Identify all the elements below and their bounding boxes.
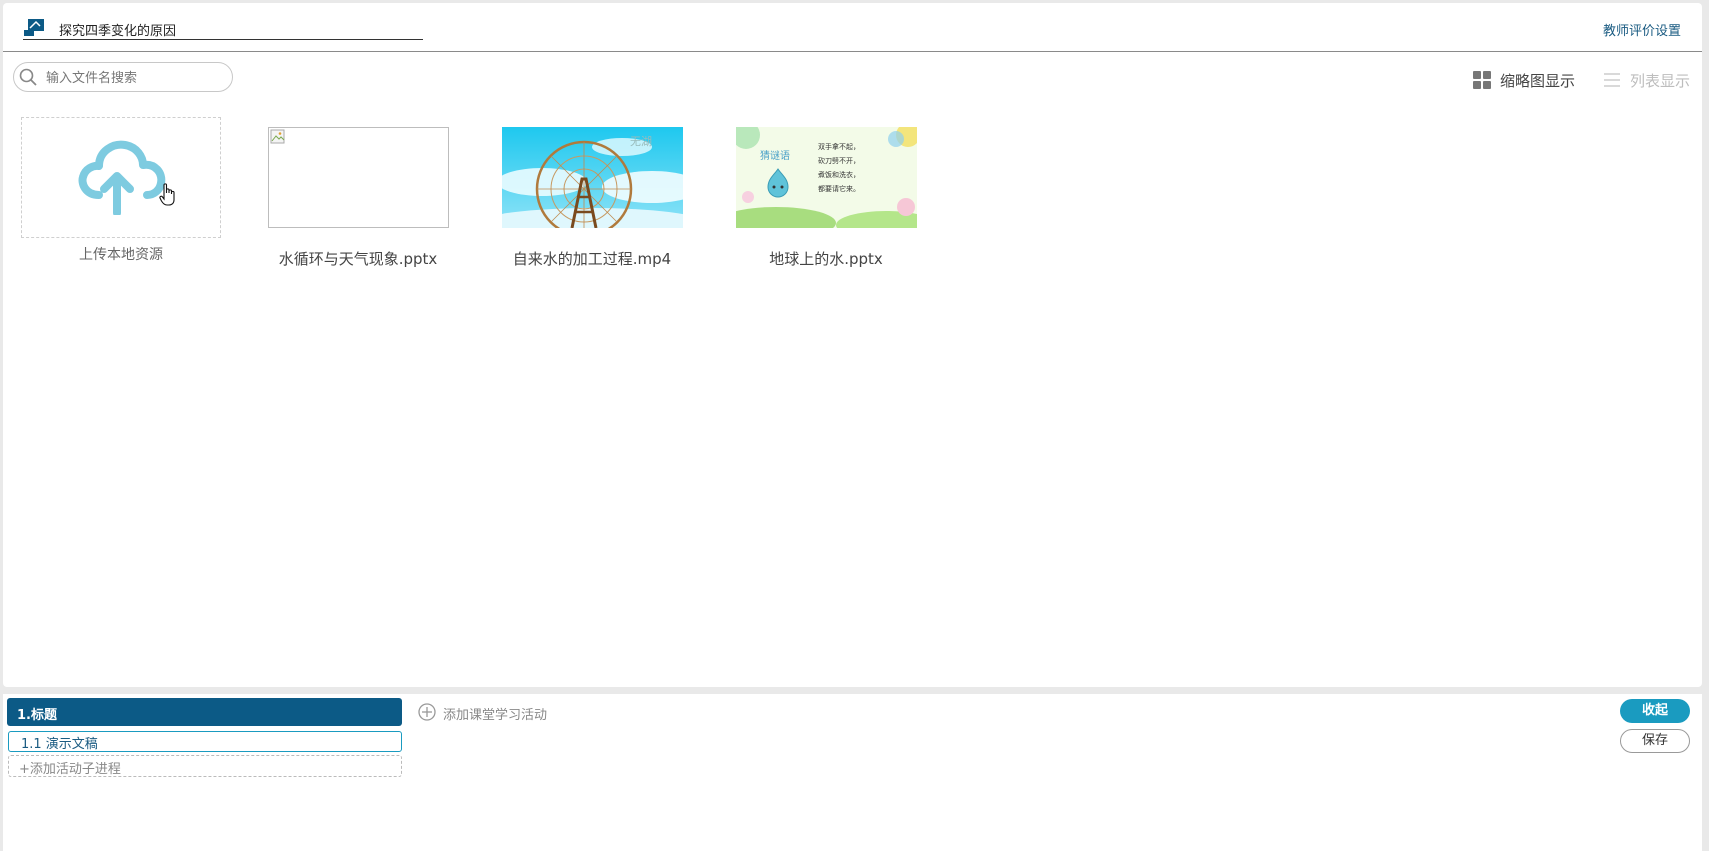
file-name[interactable]: 水循环与天气现象.pptx <box>253 248 463 269</box>
add-sub-process-button[interactable]: +添加活动子进程 <box>8 755 402 777</box>
lesson-title[interactable]: 探究四季变化的原因 <box>59 20 176 39</box>
riddle-slide-thumbnail-image: 猜谜语 双手拿不起， 砍刀劈不开， 煮饭和洗衣， 都要请它来。 <box>736 127 917 228</box>
list-icon <box>1604 73 1620 87</box>
activity-panel: 1.标题 添加课堂学习活动 1.1 演示文稿 +添加活动子进程 收起 保存 <box>3 694 1702 851</box>
thumb-line: 双手拿不起， <box>818 142 860 151</box>
thumb-line: 都要请它来。 <box>818 184 860 193</box>
file-name[interactable]: 自来水的加工过程.mp4 <box>487 248 697 269</box>
thumb-title: 猜谜语 <box>760 149 790 162</box>
search-input[interactable] <box>44 67 228 89</box>
activity-title[interactable]: 1.标题 <box>7 698 402 726</box>
cloud-upload-icon <box>78 140 166 215</box>
hand-cursor-icon <box>159 183 175 206</box>
lesson-title-field[interactable]: 探究四季变化的原因 <box>23 17 423 40</box>
resource-panel: 探究四季变化的原因 教师评价设置 缩略图显示 列表显示 <box>3 3 1702 687</box>
thumb-line: 煮饭和洗衣， <box>818 170 860 179</box>
broken-image-icon <box>270 129 285 144</box>
collapse-button[interactable]: 收起 <box>1620 699 1690 723</box>
grid-icon <box>1473 71 1491 89</box>
search-icon <box>19 68 37 86</box>
search-box[interactable] <box>13 62 233 92</box>
file-thumbnail[interactable] <box>268 127 449 228</box>
teacher-evaluation-settings-link[interactable]: 教师评价设置 <box>1603 20 1681 39</box>
save-button[interactable]: 保存 <box>1620 729 1690 753</box>
add-activity-label: 添加课堂学习活动 <box>443 708 548 723</box>
upload-resource-button[interactable] <box>21 117 221 238</box>
thumbnail-view-label: 缩略图显示 <box>1500 72 1576 90</box>
thumb-line: 砍刀劈不开， <box>818 156 860 165</box>
list-view-label: 列表显示 <box>1630 72 1691 90</box>
upload-resource-label: 上传本地资源 <box>79 247 163 263</box>
ferris-wheel-thumbnail-image: 无湖 <box>502 127 683 228</box>
file-name[interactable]: 地球上的水.pptx <box>721 248 931 269</box>
header: 探究四季变化的原因 教师评价设置 <box>3 3 1702 52</box>
activity-sub-item[interactable]: 1.1 演示文稿 <box>8 731 402 752</box>
file-thumbnail[interactable]: 无湖 <box>502 127 683 228</box>
file-thumbnail[interactable]: 猜谜语 双手拿不起， 砍刀劈不开， 煮饭和洗衣， 都要请它来。 <box>736 127 917 228</box>
thumb-caption: 无湖 <box>630 135 652 148</box>
plus-circle-icon <box>418 703 436 721</box>
